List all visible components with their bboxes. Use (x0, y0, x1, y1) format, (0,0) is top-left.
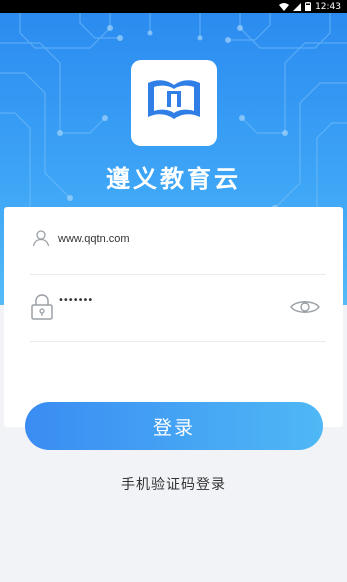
username-divider (30, 274, 326, 275)
username-field[interactable]: www.qqtn.com (58, 233, 130, 245)
login-card: www.qqtn.com ••••••• (4, 207, 343, 427)
sms-login-link[interactable]: 手机验证码登录 (0, 474, 347, 494)
login-button[interactable]: 登录 (25, 402, 323, 450)
status-time: 12:43 (315, 1, 341, 12)
password-field[interactable]: ••••••• (58, 295, 93, 306)
signal-icon (293, 2, 302, 11)
battery-icon (305, 2, 312, 11)
eye-icon[interactable] (290, 298, 320, 320)
user-icon (32, 229, 50, 251)
password-divider (30, 341, 326, 342)
status-bar: 12:43 (0, 0, 347, 13)
app-logo (131, 60, 217, 146)
app-title: 遵义教育云 (106, 165, 241, 193)
wifi-icon (279, 2, 290, 11)
book-logo-icon (144, 75, 204, 131)
lock-icon (30, 293, 54, 325)
